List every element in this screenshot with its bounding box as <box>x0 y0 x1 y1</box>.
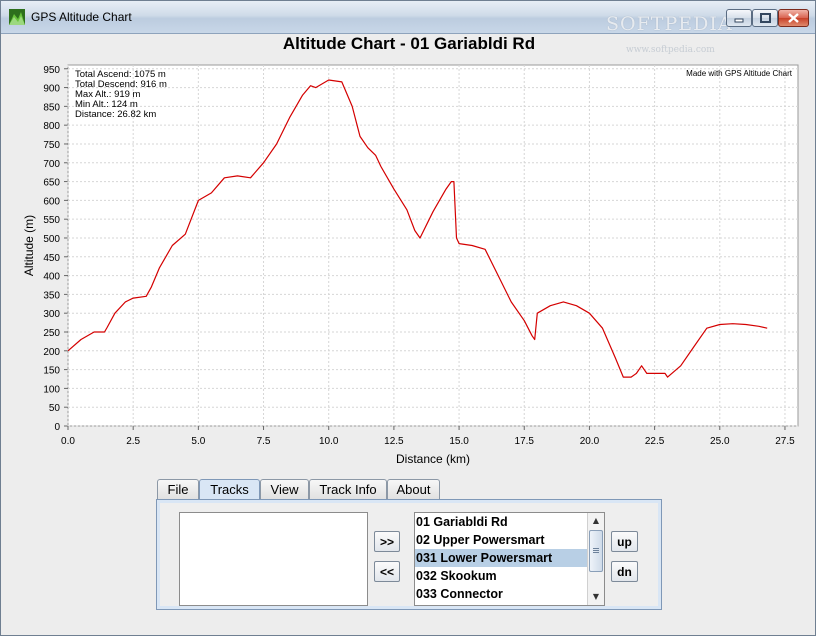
y-tick-label: 150 <box>43 366 60 377</box>
selected-tracks-list[interactable] <box>179 512 368 606</box>
y-tick-label: 700 <box>43 159 60 170</box>
tab-about[interactable]: About <box>387 479 440 499</box>
y-tick-label: 450 <box>43 253 60 264</box>
x-tick-label: 27.5 <box>775 436 795 447</box>
x-tick-label: 15.0 <box>449 436 469 447</box>
tracks-panel-content: >> << 01 Gariabldi Rd 02 Upper Powersmar… <box>160 503 658 606</box>
y-axis-label: Altitude (m) <box>22 215 36 276</box>
scroll-down-arrow-icon[interactable]: ▼ <box>588 589 604 605</box>
y-tick-label: 500 <box>43 234 60 245</box>
scroll-up-arrow-icon[interactable]: ▲ <box>588 513 604 529</box>
x-tick-label: 20.0 <box>580 436 600 447</box>
x-tick-label: 10.0 <box>319 436 339 447</box>
list-item[interactable]: 033 Connector <box>415 585 587 603</box>
tab-tracks[interactable]: Tracks <box>199 479 260 501</box>
y-tick-label: 0 <box>54 422 60 433</box>
x-tick-label: 17.5 <box>515 436 535 447</box>
app-window: GPS Altitude Chart SOFTPEDIA www.softped… <box>0 0 816 636</box>
list-item-selected[interactable]: 031 Lower Powersmart <box>415 549 587 567</box>
y-tick-label: 350 <box>43 290 60 301</box>
altitude-chart: 0 50 100 150 200 250 300 350 400 450 500 550 600 650 7… <box>22 64 799 466</box>
tab-view[interactable]: View <box>260 479 309 499</box>
x-tick-label: 22.5 <box>645 436 665 447</box>
tab-track-info[interactable]: Track Info <box>309 479 387 499</box>
stats-text: Distance: 26.82 km <box>75 109 156 120</box>
x-tick-label: 2.5 <box>126 436 140 447</box>
x-tick-label: 0.0 <box>61 436 75 447</box>
available-tracks-list[interactable]: 01 Gariabldi Rd 02 Upper Powersmart 031 … <box>414 512 605 606</box>
move-up-button[interactable]: up <box>611 531 638 552</box>
plot-area <box>67 64 799 427</box>
y-tick-label: 300 <box>43 309 60 320</box>
y-tick-label: 600 <box>43 196 60 207</box>
x-tick-label: 7.5 <box>257 436 271 447</box>
tabbed-pane: File Tracks View Track Info About >> << … <box>156 479 662 611</box>
y-tick-label: 100 <box>43 384 60 395</box>
scroll-thumb[interactable] <box>589 530 603 572</box>
x-tick-label: 5.0 <box>191 436 205 447</box>
x-tick-label: 25.0 <box>710 436 730 447</box>
x-axis-label: Distance (km) <box>396 452 470 466</box>
track-list-scrollbar[interactable]: ▲ ▼ <box>587 513 604 605</box>
remove-track-button[interactable]: << <box>374 561 400 582</box>
list-item[interactable]: 01 Gariabldi Rd <box>415 513 587 531</box>
y-tick-label: 50 <box>49 403 61 414</box>
y-tick-label: 550 <box>43 215 60 226</box>
list-item[interactable]: 02 Upper Powersmart <box>415 531 587 549</box>
tracks-panel: >> << 01 Gariabldi Rd 02 Upper Powersmar… <box>156 499 662 610</box>
y-tick-label: 900 <box>43 84 60 95</box>
move-down-button[interactable]: dn <box>611 561 638 582</box>
y-tick-label: 400 <box>43 272 60 283</box>
list-item[interactable]: 032 Skookum <box>415 567 587 585</box>
y-tick-label: 800 <box>43 121 60 132</box>
add-track-button[interactable]: >> <box>374 531 400 552</box>
tab-file[interactable]: File <box>157 479 199 499</box>
credit-text: Made with GPS Altitude Chart <box>686 69 793 78</box>
y-tick-label: 200 <box>43 347 60 358</box>
y-tick-label: 950 <box>43 65 60 76</box>
y-tick-label: 250 <box>43 328 60 339</box>
y-tick-label: 850 <box>43 102 60 113</box>
y-tick-label: 750 <box>43 140 60 151</box>
x-tick-label: 12.5 <box>384 436 404 447</box>
y-tick-label: 650 <box>43 178 60 189</box>
